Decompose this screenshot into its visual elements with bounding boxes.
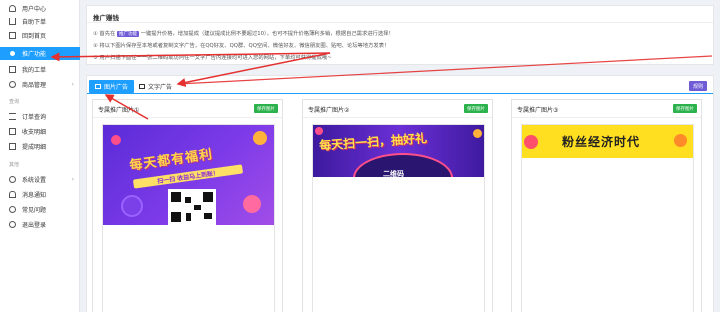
save-image-button[interactable]: 保存图片 [254,104,278,113]
promo-card-1: 专属推广图片① 保存图片 每天都有福利 扫一扫 收益马上到账！ [92,99,283,312]
divider [303,117,492,118]
user-icon [9,5,16,12]
promo-card-2: 专属推广图片② 保存图片 每天扫一扫，抽好礼 二维码 [302,99,493,312]
list-icon [9,113,16,120]
divider [87,22,713,23]
promo-card-3: 专属推广图片③ 保存图片 粉丝经济时代 [511,99,702,312]
sidebar-group-label: 查询 [9,99,20,105]
document-icon [139,84,145,89]
sidebar-item-label: 我的工单 [22,67,47,74]
gear-icon [9,81,16,88]
sidebar-item-label: 消息通知 [22,192,47,199]
tab-underline [87,93,713,94]
promo-panel: 推广赚钱 ① 首先在 推广功能 一键提升价格，增加提成（建议提成比例不要超过10… [86,5,714,65]
box-icon [9,128,16,135]
tab-image-ad[interactable]: 图片广告 [89,80,135,93]
promo-step-1: ① 首先在 推广功能 一键提升价格，增加提成（建议提成比例不要超过10），也可不… [93,29,394,37]
sidebar-item-label: 收支明细 [22,129,47,136]
promo-poster-image: 粉丝经济时代 [522,125,693,158]
panel-title: 推广赚钱 [93,14,119,22]
tab-label: 文字广告 [148,84,173,91]
poster-frame: 粉丝经济时代 [521,124,694,312]
cart-icon [9,18,16,25]
promotion-link-badge[interactable]: 推广功能 [117,30,140,37]
sidebar-item-home[interactable]: 回到首页 [0,29,80,42]
dot-icon [10,51,15,56]
bell-icon [9,191,16,198]
home-icon [9,32,16,39]
poster-title: 粉丝经济时代 [562,135,641,149]
tab-text-ad[interactable]: 文字广告 [133,80,178,93]
divider [512,117,701,118]
save-image-button[interactable]: 保存图片 [673,104,697,113]
image-icon [95,84,101,89]
sidebar-item-faq[interactable]: 常见问题 [0,203,80,216]
promo-poster-image: 每天扫一扫，抽好礼 二维码 [313,125,484,177]
sidebar: 用户中心 自助下单 回到首页 推广功能 我的工单 商品管理 › 查询 订单查询 … [0,0,80,312]
sidebar-item-notifications[interactable]: 消息通知 [0,188,80,201]
sidebar-item-self-order[interactable]: 自助下单 [0,15,80,28]
sidebar-item-user-center[interactable]: 用户中心 [0,2,80,15]
poster-frame: 每天都有福利 扫一扫 收益马上到账！ [102,124,275,312]
sidebar-item-label: 提成明细 [22,144,47,151]
sidebar-item-label: 回到首页 [22,33,47,40]
sidebar-group-label: 其他 [9,162,20,168]
divider [93,117,282,118]
sidebar-item-orders[interactable]: 订单查询 [0,110,80,123]
promo-step-3: ③ 用户扫描下面任一一张二维码或访问任一文字广告内连接均可进入您的网站，下单均可… [93,55,332,61]
sidebar-item-finance[interactable]: 收支明细 [0,125,80,138]
sidebar-item-label: 自助下单 [22,19,47,26]
sidebar-item-settings[interactable]: 系统设置 › [0,173,80,186]
promo-step-2: ② 将以下图片保存至本地或者复制文字广告，在QQ好友、QQ群、QQ空间、微信好友… [93,43,390,49]
step-text: 一键提升价格，增加提成（建议提成比例不要超过10），也可不提升价格薄利多销，根据… [140,31,394,37]
chevron-right-icon: › [71,81,74,88]
step-text: ① 首先在 [93,31,116,37]
sidebar-item-logout[interactable]: 退出登录 [0,218,80,231]
sidebar-item-commission[interactable]: 提成明细 [0,140,80,153]
sidebar-item-label: 订单查询 [22,114,47,121]
qr-code-image [168,189,216,225]
poster-subtitle: 二维码 [383,170,404,177]
sidebar-item-label: 系统设置 [22,177,47,184]
card-title: 专属推广图片① [98,107,140,114]
chevron-right-icon: › [71,176,74,183]
sidebar-item-label: 推广功能 [22,51,47,58]
sidebar-item-label: 退出登录 [22,222,47,229]
poster-frame: 每天扫一扫，抽好礼 二维码 [312,124,485,312]
doc-icon [9,66,16,73]
sidebar-item-goods[interactable]: 商品管理 › [0,78,80,91]
sidebar-item-label: 常见问题 [22,207,47,214]
exit-icon [9,221,16,228]
help-icon [9,206,16,213]
card-title: 专属推广图片③ [517,107,559,114]
sidebar-item-promotion[interactable]: 推广功能 [0,47,80,60]
gear-icon [9,176,16,183]
promo-poster-image: 每天都有福利 扫一扫 收益马上到账！ [103,125,274,225]
card-title: 专属推广图片② [308,107,350,114]
save-image-button[interactable]: 保存图片 [464,104,488,113]
rules-button[interactable]: 规则 [688,81,707,91]
sidebar-item-label: 商品管理 [22,82,47,89]
sidebar-item-label: 用户中心 [22,6,47,13]
sidebar-item-tickets[interactable]: 我的工单 [0,63,80,76]
box-icon [9,143,16,150]
tab-label: 图片广告 [104,84,129,91]
poster-title: 每天扫一扫，抽好礼 [318,131,428,153]
